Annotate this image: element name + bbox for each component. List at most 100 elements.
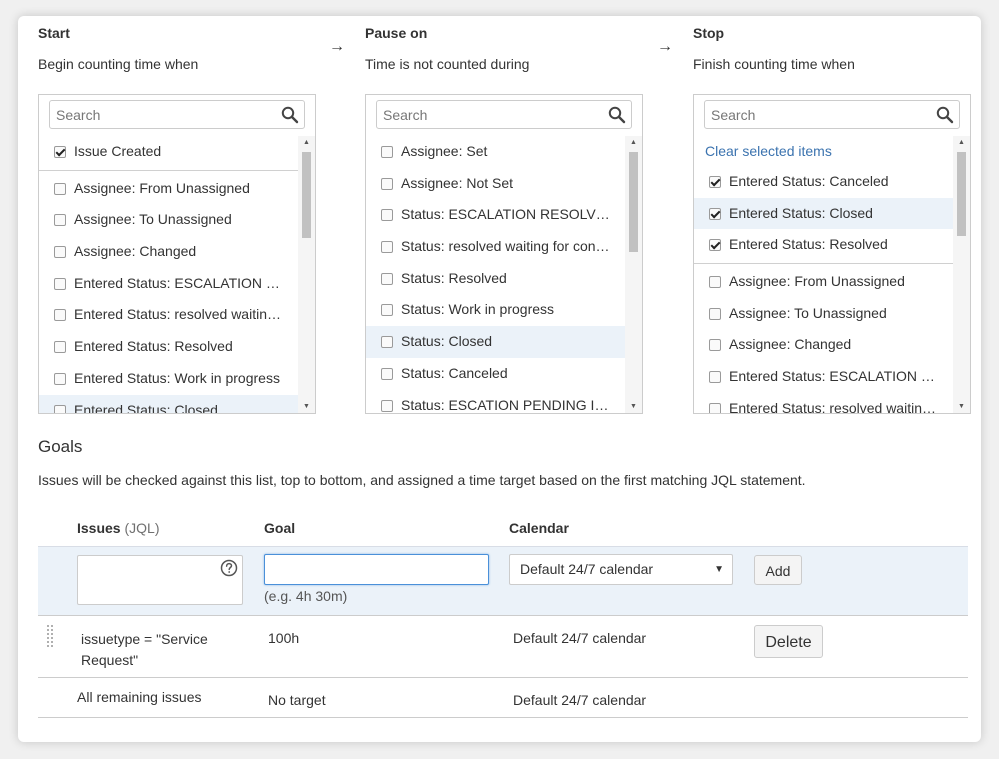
help-icon[interactable] <box>220 559 238 580</box>
condition-option[interactable]: Entered Status: resolved waitin… <box>39 299 299 331</box>
condition-option[interactable]: Assignee: Set <box>366 136 626 168</box>
condition-option[interactable]: Issue Created <box>39 136 299 168</box>
scrollbar-thumb[interactable] <box>302 152 311 238</box>
checkbox-icon[interactable] <box>381 241 393 254</box>
condition-option[interactable]: Entered Status: Closed <box>694 197 954 230</box>
goal-row: issuetype = "Service Request" 100h Defau… <box>38 616 968 678</box>
scroll-down-arrow-icon[interactable]: ▼ <box>298 400 315 413</box>
condition-option-label: Assignee: Set <box>401 143 488 159</box>
checkbox-icon[interactable] <box>709 402 721 413</box>
pause-condition-panel: Assignee: Set Assignee: Not Set Status: ES… <box>365 94 643 414</box>
condition-option-label: Entered Status: Closed <box>729 204 873 221</box>
scroll-up-arrow-icon[interactable]: ▲ <box>298 136 315 150</box>
condition-option[interactable]: Entered Status: ESCALATION … <box>39 268 299 300</box>
condition-option-label: Assignee: From Unassigned <box>729 273 905 290</box>
checkbox-icon[interactable] <box>709 207 721 220</box>
flow-arrow-icon: → <box>657 38 673 55</box>
stop-options-list: Clear selected items Entered Status: Can… <box>694 136 954 414</box>
remaining-issues-row: All remaining issues No target Default 2… <box>38 678 968 718</box>
checkbox-icon[interactable] <box>381 304 393 317</box>
condition-option[interactable]: Entered Status: ESCALATION … <box>694 361 954 393</box>
stop-scrollbar[interactable]: ▲ ▼ <box>953 136 970 413</box>
goal-column-header: Goal <box>264 520 296 536</box>
condition-option[interactable]: Entered Status: Resolved <box>694 229 954 261</box>
calendar-column-header: Calendar <box>509 520 569 536</box>
condition-option-label: Entered Status: ESCALATION … <box>729 368 935 385</box>
condition-option[interactable]: Assignee: From Unassigned <box>694 266 954 298</box>
goal-row-jql-line: Request" <box>81 652 139 668</box>
pause-search-input[interactable] <box>383 105 603 125</box>
checkbox-icon[interactable] <box>381 146 393 158</box>
condition-option[interactable]: Status: Closed <box>366 326 626 358</box>
condition-option[interactable]: Assignee: Changed <box>39 236 299 268</box>
condition-option[interactable]: Entered Status: Canceled <box>694 166 954 198</box>
checkbox-icon[interactable] <box>709 239 721 252</box>
condition-option[interactable]: Entered Status: Resolved <box>39 331 299 363</box>
condition-option[interactable]: Status: Work in progress <box>366 294 626 326</box>
condition-option[interactable]: Assignee: From Unassigned <box>39 173 299 205</box>
condition-option[interactable]: Entered Status: Closed <box>39 394 299 413</box>
condition-option[interactable]: Assignee: To Unassigned <box>39 204 299 236</box>
checkbox-icon[interactable] <box>709 339 721 352</box>
add-goal-button[interactable]: Add <box>754 555 802 585</box>
flow-arrow-icon: → <box>329 38 345 55</box>
checkbox-icon[interactable] <box>381 177 393 190</box>
scroll-up-arrow-icon[interactable]: ▲ <box>953 136 970 150</box>
new-goal-row: (e.g. 4h 30m) Default 24/7 calendar ▼ Ad… <box>38 546 968 616</box>
pause-scrollbar[interactable]: ▲ ▼ <box>625 136 642 413</box>
condition-option-label: Entered Status: Resolved <box>729 236 888 253</box>
condition-option-label: Issue Created <box>74 143 162 159</box>
calendar-select-value: Default 24/7 calendar <box>520 561 654 577</box>
checkbox-icon[interactable] <box>381 399 393 412</box>
scrollbar-thumb[interactable] <box>629 152 638 252</box>
condition-option[interactable]: Status: resolved waiting for con… <box>366 231 626 263</box>
checkbox-icon[interactable] <box>709 176 721 188</box>
condition-option-label: Assignee: Not Set <box>401 174 514 191</box>
calendar-select[interactable]: Default 24/7 calendar ▼ <box>509 554 733 585</box>
scroll-up-arrow-icon[interactable]: ▲ <box>625 136 642 150</box>
checkbox-icon[interactable] <box>54 182 66 195</box>
start-search-input[interactable] <box>56 105 276 125</box>
jql-input[interactable] <box>77 555 243 605</box>
checkbox-icon[interactable] <box>381 367 393 380</box>
drag-handle-icon[interactable] <box>47 625 54 647</box>
checkbox-icon[interactable] <box>381 272 393 285</box>
scroll-down-arrow-icon[interactable]: ▼ <box>625 400 642 413</box>
checkbox-icon[interactable] <box>381 209 393 222</box>
goals-heading: Goals <box>38 437 83 456</box>
condition-option[interactable]: Status: Resolved <box>366 263 626 295</box>
goal-input[interactable] <box>264 554 489 585</box>
search-icon[interactable] <box>608 106 626 127</box>
checkbox-icon[interactable] <box>709 371 721 384</box>
goals-description: Issues will be checked against this list… <box>38 472 806 488</box>
checkbox-icon[interactable] <box>54 246 66 259</box>
condition-option[interactable]: Assignee: To Unassigned <box>694 298 954 330</box>
condition-option-label: Entered Status: resolved waitin… <box>729 399 936 414</box>
checkbox-icon[interactable] <box>54 341 66 354</box>
checkbox-icon[interactable] <box>54 404 66 413</box>
condition-option[interactable]: Status: Canceled <box>366 358 626 390</box>
checkbox-icon[interactable] <box>54 277 66 290</box>
search-icon[interactable] <box>281 106 299 127</box>
condition-option[interactable]: Status: ESCALATION RESOLV… <box>366 199 626 231</box>
condition-option[interactable]: Assignee: Changed <box>694 329 954 361</box>
checkbox-icon[interactable] <box>54 372 66 385</box>
scroll-down-arrow-icon[interactable]: ▼ <box>953 400 970 413</box>
stop-search-input[interactable] <box>711 105 931 125</box>
checkbox-icon[interactable] <box>54 309 66 322</box>
checkbox-icon[interactable] <box>709 307 721 320</box>
clear-selected-link[interactable]: Clear selected items <box>694 136 954 166</box>
checkbox-icon[interactable] <box>709 276 721 289</box>
checkbox-icon[interactable] <box>381 336 393 349</box>
start-condition-panel: Issue Created Assignee: From Unassigned As… <box>38 94 316 414</box>
scrollbar-thumb[interactable] <box>957 152 966 236</box>
search-icon[interactable] <box>936 106 954 127</box>
delete-goal-button[interactable]: Delete <box>754 625 823 658</box>
condition-option[interactable]: Assignee: Not Set <box>366 168 626 200</box>
condition-option[interactable]: Entered Status: Work in progress <box>39 363 299 395</box>
condition-option[interactable]: Status: ESCATION PENDING I… <box>366 390 626 414</box>
checkbox-icon[interactable] <box>54 146 66 158</box>
start-scrollbar[interactable]: ▲ ▼ <box>298 136 315 413</box>
checkbox-icon[interactable] <box>54 214 66 227</box>
condition-option[interactable]: Entered Status: resolved waitin… <box>694 393 954 414</box>
